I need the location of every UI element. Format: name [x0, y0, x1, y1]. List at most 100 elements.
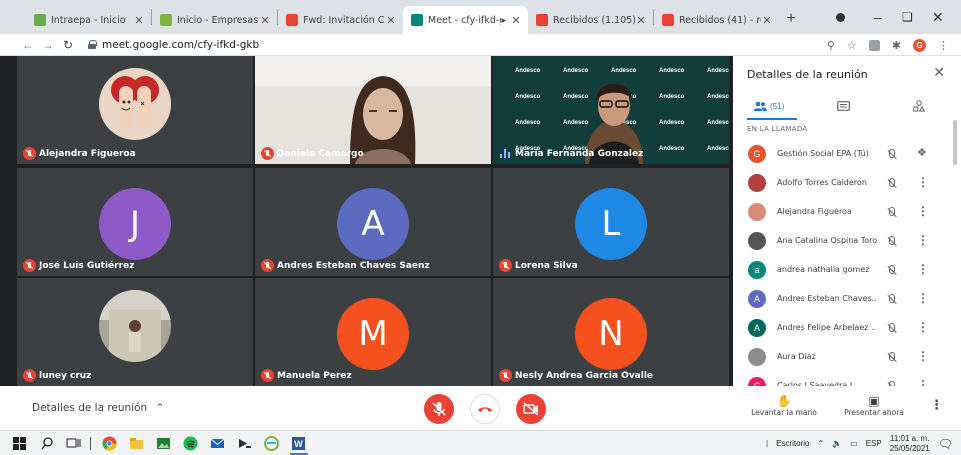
tab-close-icon[interactable]: ✕	[635, 14, 647, 27]
url-field[interactable]: meet.google.com/cfy-ifkd-gkb	[88, 35, 918, 55]
browser-tab[interactable]: Recibidos (41) - respo✕	[654, 6, 779, 34]
svg-text:Andesco: Andesco	[659, 120, 685, 126]
more-options-icon[interactable]: ⋮	[917, 262, 929, 276]
tab-close-icon[interactable]: ✕	[510, 14, 522, 27]
browser-tab[interactable]: Recibidos (1.105) - cm✕	[528, 6, 653, 34]
participant-row[interactable]: a andrea nathalia gomez ⋮	[733, 256, 961, 284]
participant-tile[interactable]: luney cruz	[17, 278, 253, 386]
participant-row[interactable]: A Andres Felipe Arbelaez ... ⋮	[733, 314, 961, 342]
pin-icon[interactable]: ❖	[917, 146, 927, 159]
windows-start-icon[interactable]	[12, 436, 27, 451]
section-label: EN LA LLAMADA	[747, 125, 808, 133]
tab-close-icon[interactable]: ✕	[385, 14, 397, 27]
participant-name: Alejandra Figueroa	[39, 149, 136, 159]
tab-close-icon[interactable]: ✕	[761, 14, 773, 27]
camera-off-button[interactable]	[516, 394, 546, 424]
participant-tile[interactable]: J José Luis Gutiérrez	[17, 168, 253, 276]
participant-row[interactable]: Adolfo Torres Calderon ⋮	[733, 169, 961, 197]
extension-icon[interactable]	[868, 39, 880, 51]
spotify-icon[interactable]	[183, 436, 198, 451]
language-indicator[interactable]: ESP	[866, 439, 882, 448]
photos-icon[interactable]	[156, 436, 171, 451]
panel-scrollbar[interactable]	[953, 120, 957, 165]
participant-tile[interactable]: A Andres Esteban Chaves Saenz	[255, 168, 491, 276]
participant-row[interactable]: A Andres Esteban Chaves... ⋮	[733, 285, 961, 313]
reload-icon[interactable]: ↻	[58, 38, 78, 52]
participant-avatar: G	[748, 145, 766, 163]
profile-avatar[interactable]: G	[913, 38, 926, 52]
panel-tabs: (51)	[733, 92, 961, 120]
browser-tab[interactable]: Intraepa - Inicio ✕	[26, 6, 151, 34]
participant-row[interactable]: Aura Diaz ⋮	[733, 343, 961, 371]
meeting-details-button[interactable]: Detalles de la reunión ⌃	[32, 402, 164, 414]
maximize-icon[interactable]: ❏	[902, 0, 913, 34]
leave-call-button[interactable]	[470, 394, 500, 424]
more-options-icon[interactable]: ⋮	[930, 398, 943, 413]
mail-icon[interactable]	[210, 436, 225, 451]
audio-icon[interactable]: ▸	[501, 15, 506, 26]
participant-tile[interactable]: Daniela Camargo	[255, 56, 491, 164]
svg-text:Andesco: Andesco	[563, 94, 589, 100]
forward-icon[interactable]: →	[38, 38, 58, 52]
microphone-off-button[interactable]	[424, 394, 454, 424]
puzzle-icon[interactable]: ✱	[892, 39, 901, 52]
participant-tile[interactable]: Andesco Andesco Andesco Andesco Andesco Andes…	[493, 56, 729, 164]
browser-tab[interactable]: Fwd: Invitación Cámar✕	[278, 6, 403, 34]
minimize-icon[interactable]: –	[874, 0, 882, 34]
task-view-icon[interactable]	[66, 436, 81, 451]
participant-tile[interactable]: L Lorena Silva	[493, 168, 729, 276]
more-options-icon[interactable]: ⋮	[917, 204, 929, 218]
meet-icon	[411, 14, 423, 26]
clock-time: 11:01 a. m.	[890, 433, 930, 443]
more-options-icon[interactable]: ⋮	[917, 320, 929, 334]
file-explorer-icon[interactable]	[129, 436, 144, 451]
tab-people[interactable]: (51)	[753, 92, 784, 120]
window-close-icon[interactable]: ✕	[932, 0, 944, 34]
notifications-icon[interactable]: 🗨	[938, 437, 953, 451]
more-options-icon[interactable]: ⋮	[917, 349, 929, 363]
clock[interactable]: 11:01 a. m. 25/05/2021	[890, 434, 930, 454]
zoom-icon[interactable]: ⚲	[827, 39, 835, 52]
participant-row[interactable]: G Gestión Social EPA (Tú) ❖	[733, 140, 961, 168]
show-hidden-icons[interactable]: ⌃	[817, 439, 824, 448]
browser-tab[interactable]: Inicio - Empresas Públi✕	[152, 6, 277, 34]
bookmark-star-icon[interactable]: ☆	[847, 39, 857, 52]
desktop-label[interactable]: Escritorio	[776, 439, 809, 448]
more-options-icon[interactable]: ⋮	[917, 175, 929, 189]
participant-row[interactable]: Ana Catalina Ospina Toro ⋮	[733, 227, 961, 255]
participant-tile[interactable]: M Manuela Perez	[255, 278, 491, 386]
network-icon[interactable]: ▭	[850, 439, 858, 448]
tab-close-icon[interactable]: ✕	[133, 14, 145, 27]
profile-photo	[99, 68, 171, 140]
mic-muted-icon	[885, 177, 897, 189]
search-icon[interactable]	[40, 436, 55, 451]
participant-row[interactable]: C Carlos J Saavedra L ⋮	[733, 372, 961, 386]
participant-tile[interactable]: N Nesly Andrea Garcia Ovalle	[493, 278, 729, 386]
browser-tab[interactable]: Meet - cfy-ifkd-gl ▸ ✕	[403, 6, 528, 34]
word-icon[interactable]: W	[291, 436, 306, 451]
more-options-icon[interactable]: ⋮	[917, 291, 929, 305]
tab-chat[interactable]	[837, 92, 850, 120]
participant-list-name: Aura Diaz	[777, 352, 816, 361]
participant-tile[interactable]: Alejandra Figueroa	[17, 56, 253, 164]
more-options-icon[interactable]: ⋮	[917, 378, 929, 386]
terminal-icon[interactable]	[237, 436, 252, 451]
more-options-icon[interactable]: ⋮	[917, 233, 929, 247]
new-tab-button[interactable]: +	[779, 6, 803, 34]
svg-text:Andesco: Andesco	[659, 146, 685, 152]
browser-e-icon[interactable]	[264, 436, 279, 451]
participant-row[interactable]: Alejandra Figueroa ⋮	[733, 198, 961, 226]
tab-close-icon[interactable]: ✕	[259, 14, 271, 27]
present-now-button[interactable]: ▣ Presentar ahora	[838, 394, 910, 417]
active-tab-indicator	[747, 118, 797, 120]
mic-muted-icon	[261, 259, 274, 272]
volume-icon[interactable]: 🔈	[832, 439, 842, 448]
participant-avatar	[748, 203, 766, 221]
chrome-icon[interactable]	[102, 436, 117, 451]
raise-hand-button[interactable]: ✋ Levantar la mano	[748, 394, 820, 417]
back-icon[interactable]: ←	[18, 38, 38, 52]
panel-close-icon[interactable]: ✕	[933, 64, 945, 81]
tab-activities[interactable]	[913, 92, 925, 120]
chrome-menu-icon[interactable]: ⋮	[938, 39, 949, 52]
chrome-menu-dot-icon[interactable]	[836, 0, 845, 34]
